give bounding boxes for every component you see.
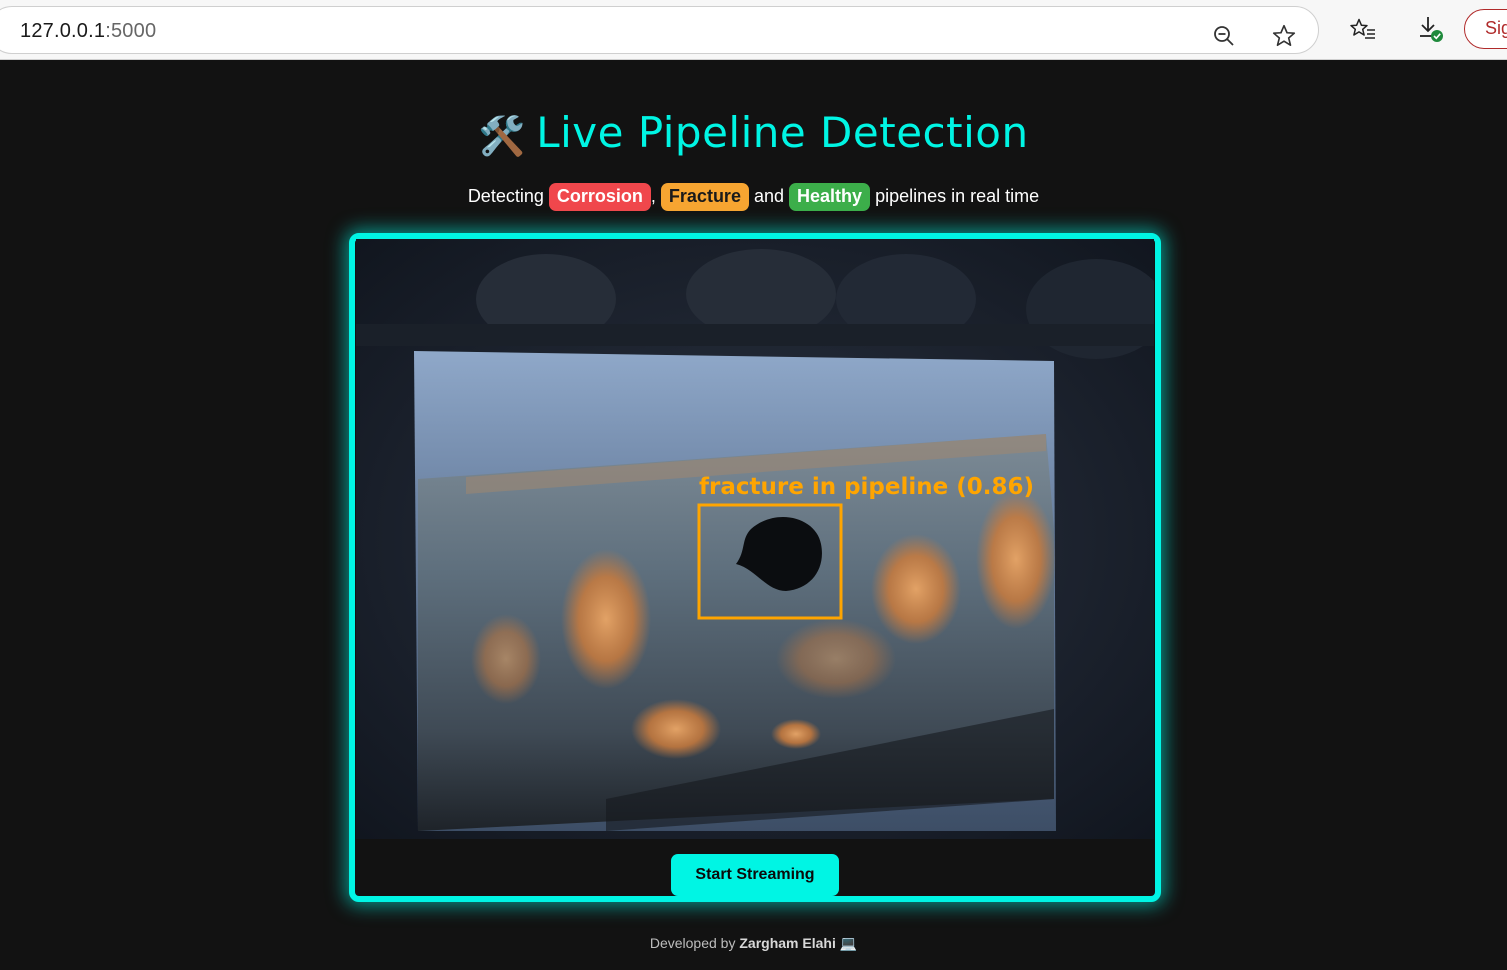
footer-prefix: Developed by	[649, 935, 736, 951]
laptop-icon: 💻	[839, 935, 858, 951]
page-title-text: Live Pipeline Detection	[536, 108, 1029, 157]
favorites-icon[interactable]	[1348, 14, 1378, 44]
subtitle: Detecting Corrosion, Fracture and Health…	[0, 183, 1507, 211]
sign-in-button[interactable]: Sign in	[1464, 9, 1507, 49]
video-feed: fracture in pipeline (0.86)	[356, 239, 1154, 839]
subtitle-prefix: Detecting	[467, 186, 544, 206]
fracture-badge: Fracture	[660, 183, 749, 211]
stream-panel: fracture in pipeline (0.86) Start Stream…	[349, 233, 1161, 902]
start-streaming-button[interactable]: Start Streaming	[671, 854, 839, 896]
subtitle-and: and	[753, 186, 785, 206]
camera-frame: fracture in pipeline (0.86)	[356, 239, 1154, 839]
healthy-badge: Healthy	[789, 183, 871, 211]
corrosion-badge: Corrosion	[548, 183, 651, 211]
browser-toolbar: 127.0.0.1:5000 Sign in	[0, 0, 1507, 60]
detection-label: fracture in pipeline (0.86)	[699, 474, 1034, 500]
subtitle-comma: ,	[650, 186, 656, 206]
address-bar[interactable]: 127.0.0.1:5000	[0, 6, 1319, 54]
subtitle-suffix: pipelines in real time	[875, 186, 1040, 206]
url-text: 127.0.0.1:5000	[20, 20, 156, 43]
page-title: 🛠️ Live Pipeline Detection	[0, 108, 1507, 159]
download-icon[interactable]	[1416, 14, 1446, 44]
star-icon[interactable]	[1269, 21, 1299, 51]
zoom-out-icon[interactable]	[1209, 21, 1239, 51]
url-host: 127.0.0.1	[20, 20, 106, 42]
footer: Developed by Zargham Elahi 💻	[0, 935, 1507, 952]
tools-icon: 🛠️	[478, 114, 527, 158]
url-port: :5000	[105, 20, 157, 42]
footer-author: Zargham Elahi	[739, 935, 836, 951]
